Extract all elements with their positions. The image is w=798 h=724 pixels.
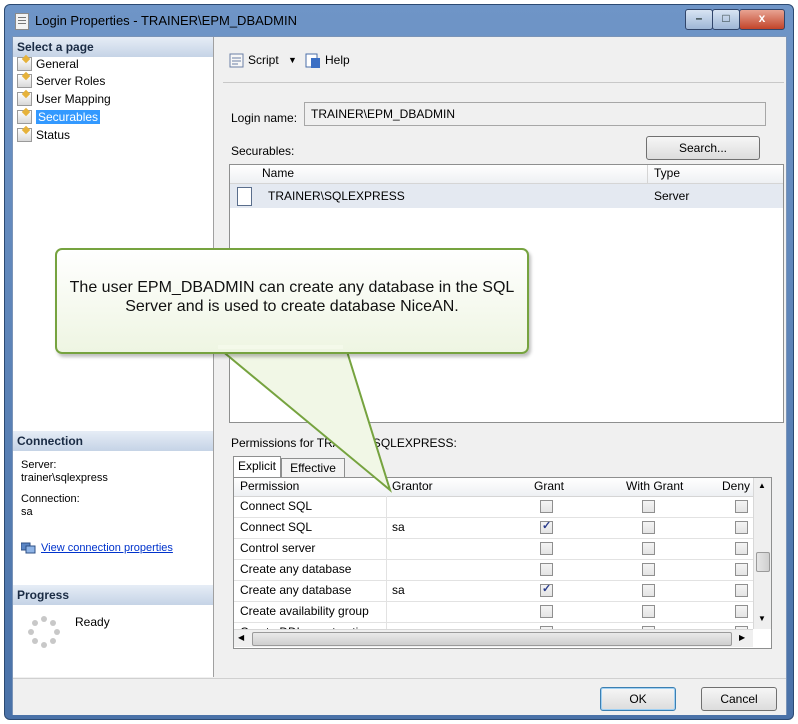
callout-pointer-join xyxy=(218,345,343,349)
